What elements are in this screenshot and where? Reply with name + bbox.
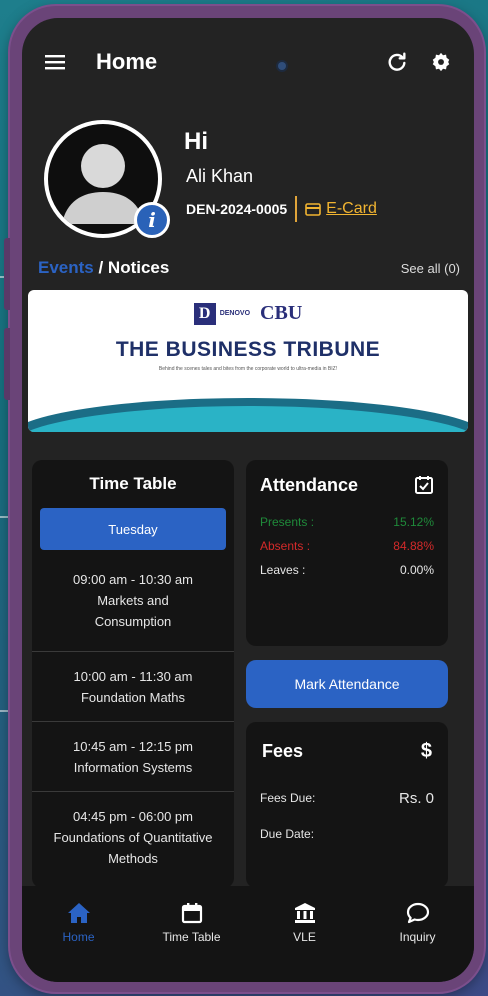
absent-value: 84.88% bbox=[393, 539, 434, 553]
settings-icon[interactable] bbox=[426, 47, 456, 77]
slot-time: 10:45 am - 12:15 pm bbox=[73, 738, 193, 754]
slot-subject: Foundation Maths bbox=[80, 689, 186, 705]
fees-due-label: Fees Due: bbox=[260, 791, 316, 805]
slot-subject: Foundations of Quantitative Methods bbox=[53, 829, 213, 866]
logo-text: DENOVO bbox=[219, 310, 251, 317]
student-id: DEN-2024-0005 bbox=[186, 201, 288, 217]
attendance-card: Attendance Presents : 15.12% Absents : 8… bbox=[246, 460, 448, 646]
events-notices-title: Events / Notices bbox=[38, 258, 169, 278]
banner-tagline: Behind the scenes tales and bites from t… bbox=[158, 366, 338, 372]
fees-title: Fees bbox=[262, 740, 304, 761]
logo-mark: D bbox=[193, 302, 216, 325]
front-camera bbox=[278, 62, 286, 70]
list-item[interactable]: 10:45 am - 12:15 pm Information Systems bbox=[32, 722, 234, 792]
banner-headline: THE BUSINESS TRIBUNE bbox=[115, 338, 381, 361]
leaves-label: Leaves : bbox=[260, 563, 306, 577]
present-value: 15.12% bbox=[393, 515, 434, 529]
institution-icon bbox=[294, 903, 315, 923]
info-icon[interactable]: i bbox=[134, 202, 170, 238]
side-button bbox=[4, 328, 10, 400]
present-row: Presents : 15.12% bbox=[246, 510, 448, 534]
nav-home[interactable]: Home bbox=[34, 902, 124, 944]
nav-inquiry[interactable]: Inquiry bbox=[373, 902, 463, 944]
cbu-logo: CBU bbox=[260, 302, 303, 324]
tab-events[interactable]: Events bbox=[38, 258, 94, 277]
top-app-bar: Home bbox=[22, 18, 474, 106]
due-date-row: Due Date: bbox=[246, 816, 448, 852]
absent-label: Absents : bbox=[260, 539, 311, 553]
list-item[interactable]: 04:45 pm - 06:00 pm Foundations of Quant… bbox=[32, 792, 234, 882]
nav-label: Home bbox=[62, 930, 95, 944]
divider bbox=[295, 196, 298, 222]
ecard-link[interactable]: E-Card bbox=[305, 200, 377, 218]
mark-attendance-button[interactable]: Mark Attendance bbox=[246, 660, 448, 708]
side-button bbox=[4, 238, 10, 310]
calendar-check-icon[interactable] bbox=[414, 475, 434, 495]
tab-separator: / bbox=[93, 258, 108, 277]
user-name: Ali Khan bbox=[186, 166, 254, 186]
denovo-logo: D DENOVO bbox=[193, 302, 251, 325]
events-header: Events / Notices See all (0) bbox=[22, 252, 474, 284]
list-item[interactable]: 09:00 am - 10:30 am Markets and Consumpt… bbox=[32, 550, 234, 652]
slot-time: 09:00 am - 10:30 am bbox=[73, 572, 193, 587]
id-row: DEN-2024-0005 E-Card bbox=[186, 196, 377, 222]
home-icon bbox=[67, 903, 90, 923]
see-all-link[interactable]: See all (0) bbox=[401, 261, 460, 276]
profile-section: i Hi Ali Khan DEN-2024-0005 E-Card bbox=[22, 106, 474, 252]
timetable-card: Time Table Tuesday 09:00 am - 10:30 am M… bbox=[32, 460, 234, 888]
fees-card: Fees $ Fees Due: Rs. 0 Due Date: bbox=[246, 722, 448, 888]
refresh-icon[interactable] bbox=[382, 47, 412, 77]
day-chip[interactable]: Tuesday bbox=[40, 508, 226, 550]
dollar-icon: $ bbox=[420, 739, 432, 762]
slot-subject: Information Systems bbox=[73, 759, 193, 775]
nav-time-table[interactable]: Time Table bbox=[147, 902, 237, 944]
fees-due-value: Rs. 0 bbox=[398, 789, 434, 807]
greeting: Hi bbox=[184, 128, 208, 155]
present-label: Presents : bbox=[260, 515, 315, 529]
list-item[interactable]: 10:00 am - 11:30 am Foundation Maths bbox=[32, 652, 234, 722]
id-card-icon bbox=[305, 202, 321, 216]
page-title: Home bbox=[96, 49, 158, 74]
phone-frame: Home i Hi Ali Khan DEN-2024-0005 E-Card … bbox=[4, 6, 484, 992]
nav-label: Inquiry bbox=[399, 930, 436, 944]
calendar-icon bbox=[181, 903, 202, 924]
app-screen: Home i Hi Ali Khan DEN-2024-0005 E-Card … bbox=[22, 18, 474, 982]
nav-vle[interactable]: VLE bbox=[260, 902, 350, 944]
leaves-row: Leaves : 0.00% bbox=[246, 558, 448, 582]
slot-time: 04:45 pm - 06:00 pm bbox=[73, 808, 193, 824]
nav-label: Time Table bbox=[162, 930, 221, 944]
attendance-title: Attendance bbox=[260, 474, 359, 495]
news-banner[interactable]: D DENOVO CBU THE BUSINESS TRIBUNE Behind… bbox=[28, 290, 468, 432]
slot-time: 10:00 am - 11:30 am bbox=[73, 668, 193, 684]
nav-label: VLE bbox=[293, 930, 316, 944]
ecard-label: E-Card bbox=[326, 200, 377, 217]
fees-header: Fees $ bbox=[246, 722, 448, 780]
hamburger-icon[interactable] bbox=[40, 47, 70, 77]
leaves-value: 0.00% bbox=[399, 563, 434, 577]
slot-subject: Markets and Consumption bbox=[94, 593, 172, 629]
timetable-title: Time Table bbox=[89, 474, 177, 493]
tab-notices[interactable]: Notices bbox=[108, 258, 169, 277]
due-date-label: Due Date: bbox=[260, 827, 315, 841]
bottom-navigation: Home Time Table VLE Inquiry bbox=[22, 886, 474, 982]
fees-due-row: Fees Due: Rs. 0 bbox=[246, 780, 448, 816]
absent-row: Absents : 84.88% bbox=[246, 534, 448, 558]
banner-logos: D DENOVO CBU bbox=[28, 302, 468, 325]
chat-bubble-icon bbox=[406, 902, 429, 924]
attendance-header: Attendance bbox=[246, 460, 448, 510]
